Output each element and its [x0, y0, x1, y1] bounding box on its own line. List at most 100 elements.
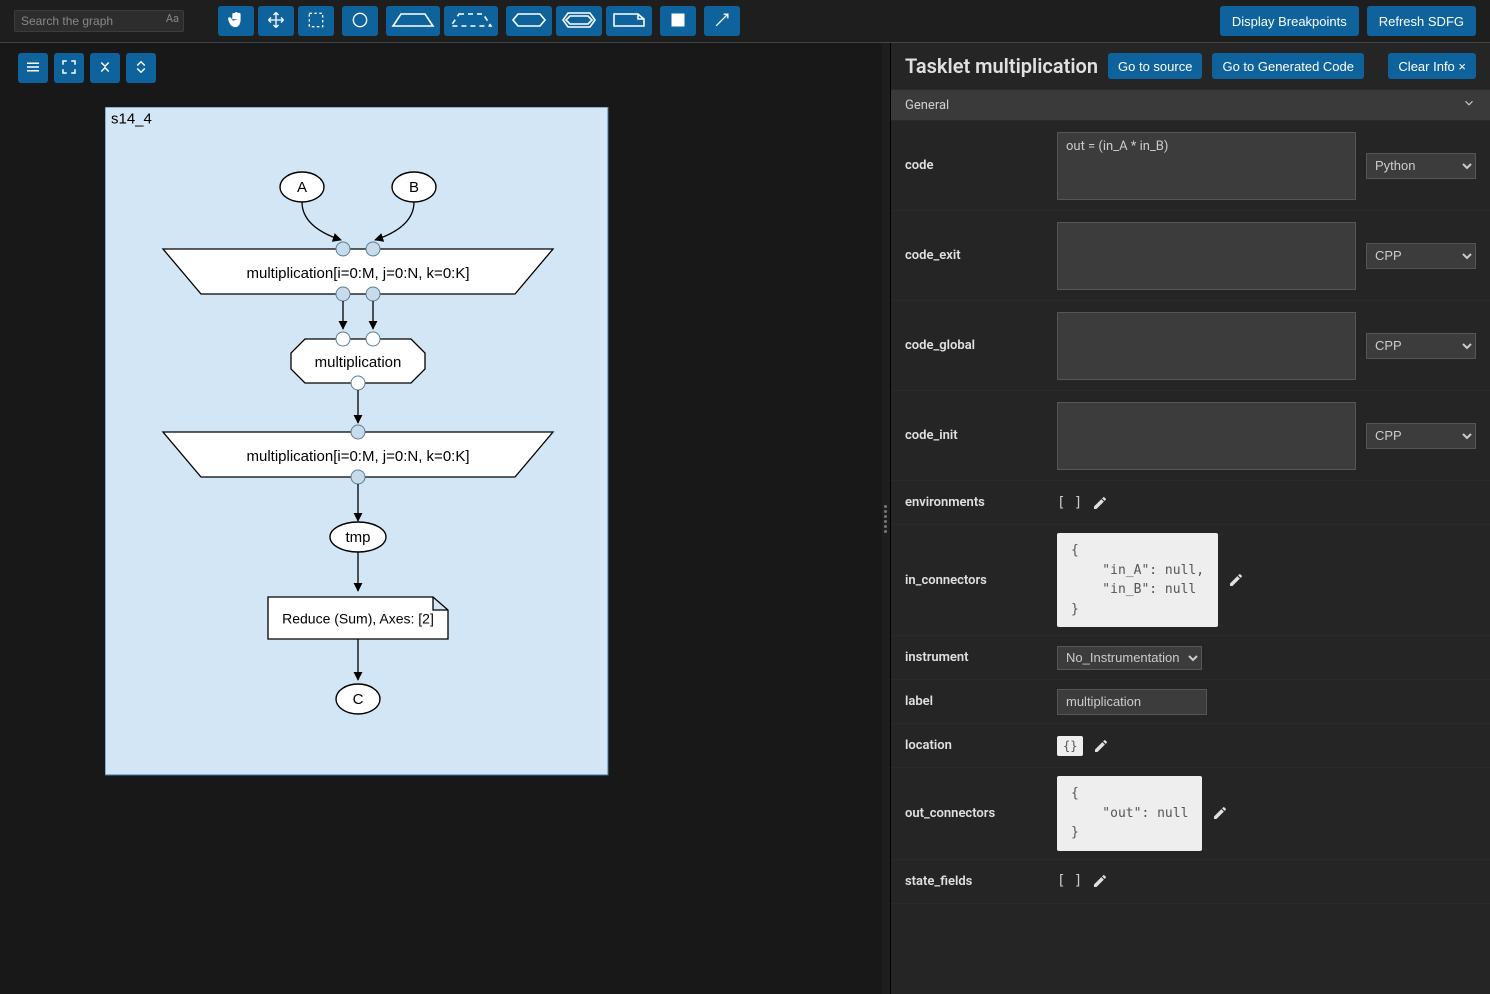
prop-label: code_exit — [905, 248, 1045, 263]
prop-label: state_fields — [905, 874, 1045, 889]
circle-icon — [350, 10, 370, 33]
state-fields-value: [ ] — [1057, 873, 1082, 889]
add-consume-entry-button[interactable] — [444, 6, 498, 36]
expand-icon — [132, 58, 150, 79]
prop-row-instrument: instrument No_Instrumentation — [891, 636, 1490, 680]
inspector-header: Tasklet multiplication Go to source Go t… — [891, 43, 1490, 89]
prop-label: environments — [905, 495, 1045, 510]
edge-icon — [712, 10, 732, 33]
go-to-source-button[interactable]: Go to source — [1108, 53, 1202, 79]
tool-group-tasklets — [506, 6, 652, 36]
refresh-sdfg-button[interactable]: Refresh SDFG — [1367, 6, 1476, 36]
search-input[interactable] — [14, 10, 184, 32]
collapse-icon — [96, 58, 114, 79]
prop-label: code_init — [905, 428, 1045, 443]
select-tool-button[interactable] — [298, 6, 334, 36]
sdfg-graph: s14_4 A B multiplication[i=0:M, j=0:N, k… — [105, 107, 610, 777]
code-init-lang-select[interactable]: CPP — [1366, 423, 1476, 449]
tool-group-maps — [386, 6, 498, 36]
prop-row-code-init: code_init CPP — [891, 391, 1490, 481]
tool-group-node1 — [342, 6, 378, 36]
prop-row-in-connectors: in_connectors { "in_A": null, "in_B": nu… — [891, 525, 1490, 636]
inspector-pane: Tasklet multiplication Go to source Go t… — [890, 43, 1490, 994]
section-title: General — [905, 98, 949, 113]
label-input[interactable] — [1057, 689, 1207, 715]
pencil-icon[interactable] — [1228, 572, 1244, 588]
pan-tool-button[interactable] — [218, 6, 254, 36]
svg-text:tmp: tmp — [345, 529, 370, 546]
move-icon — [266, 10, 286, 33]
search-wrap: Aa — [14, 10, 184, 32]
code-init-textarea[interactable] — [1057, 402, 1356, 470]
code-exit-lang-select[interactable]: CPP — [1366, 243, 1476, 269]
display-breakpoints-button[interactable]: Display Breakpoints — [1220, 6, 1359, 36]
add-nested-sdfg-button[interactable] — [556, 6, 602, 36]
zoom-fit-button[interactable] — [54, 53, 84, 83]
grip-icon — [884, 503, 888, 535]
svg-text:multiplication: multiplication — [315, 354, 402, 371]
main-split: s14_4 A B multiplication[i=0:M, j=0:N, k… — [0, 43, 1490, 994]
trapezoid-icon — [391, 10, 435, 33]
prop-row-code-global: code_global CPP — [891, 301, 1490, 391]
pencil-icon[interactable] — [1092, 873, 1108, 889]
hexagon-icon — [511, 10, 547, 33]
instrument-select[interactable]: No_Instrumentation — [1057, 646, 1202, 670]
fullscreen-icon — [60, 58, 78, 79]
top-toolbar: Aa — [0, 0, 1490, 43]
prop-row-out-connectors: out_connectors { "out": null } — [891, 768, 1490, 860]
code-exit-textarea[interactable] — [1057, 222, 1356, 290]
prop-label: code_global — [905, 338, 1045, 353]
svg-text:C: C — [353, 691, 364, 708]
prop-label: instrument — [905, 650, 1045, 665]
in-connectors-value: { "in_A": null, "in_B": null } — [1057, 533, 1218, 627]
prop-label: out_connectors — [905, 806, 1045, 821]
out-connectors-value: { "out": null } — [1057, 776, 1202, 851]
menu-button[interactable] — [18, 53, 48, 83]
add-access-node-button[interactable] — [342, 6, 378, 36]
view-toolbar — [0, 43, 882, 89]
add-library-node-button[interactable] — [606, 6, 652, 36]
tool-group-edge — [704, 6, 740, 36]
svg-text:Reduce (Sum), Axes: [2]: Reduce (Sum), Axes: [2] — [282, 611, 434, 627]
code-global-lang-select[interactable]: CPP — [1366, 333, 1476, 359]
double-hexagon-icon — [561, 10, 597, 33]
code-global-textarea[interactable] — [1057, 312, 1356, 380]
prop-row-location: location {} — [891, 724, 1490, 768]
add-state-button[interactable] — [660, 6, 696, 36]
prop-row-label: label — [891, 680, 1490, 724]
square-filled-icon — [668, 10, 688, 33]
add-map-entry-button[interactable] — [386, 6, 440, 36]
graph-node-b[interactable]: B — [409, 179, 419, 196]
prop-label: code — [905, 158, 1045, 173]
graph-state-label: s14_4 — [111, 110, 152, 127]
prop-row-code-exit: code_exit CPP — [891, 211, 1490, 301]
expand-all-button[interactable] — [126, 53, 156, 83]
add-edge-button[interactable] — [704, 6, 740, 36]
graph-canvas[interactable]: s14_4 A B multiplication[i=0:M, j=0:N, k… — [0, 89, 882, 994]
code-textarea[interactable]: out = (in_A * in_B) — [1057, 132, 1356, 200]
libnode-icon — [611, 10, 647, 33]
pencil-icon[interactable] — [1092, 495, 1108, 511]
prop-row-code: code out = (in_A * in_B) Python — [891, 121, 1490, 211]
tool-group-mode — [218, 6, 334, 36]
inspector-title: Tasklet multiplication — [905, 54, 1098, 78]
pane-splitter[interactable] — [882, 43, 890, 994]
add-tasklet-button[interactable] — [506, 6, 552, 36]
graph-pane: s14_4 A B multiplication[i=0:M, j=0:N, k… — [0, 43, 882, 994]
code-lang-select[interactable]: Python — [1366, 153, 1476, 179]
prop-row-environments: environments [ ] — [891, 481, 1490, 525]
prop-label: label — [905, 694, 1045, 709]
case-sensitive-toggle[interactable]: Aa — [166, 12, 179, 25]
app-root: Aa — [0, 0, 1490, 994]
move-tool-button[interactable] — [258, 6, 294, 36]
section-header-general[interactable]: General — [891, 89, 1490, 121]
clear-info-button[interactable]: Clear Info × — [1388, 53, 1476, 79]
property-list: code out = (in_A * in_B) Python code_exi… — [891, 121, 1490, 994]
go-to-generated-button[interactable]: Go to Generated Code — [1212, 53, 1364, 79]
environments-value: [ ] — [1057, 495, 1082, 511]
pencil-icon[interactable] — [1093, 738, 1109, 754]
graph-node-a[interactable]: A — [297, 179, 307, 196]
collapse-all-button[interactable] — [90, 53, 120, 83]
pencil-icon[interactable] — [1212, 805, 1228, 821]
hand-icon — [226, 10, 246, 33]
